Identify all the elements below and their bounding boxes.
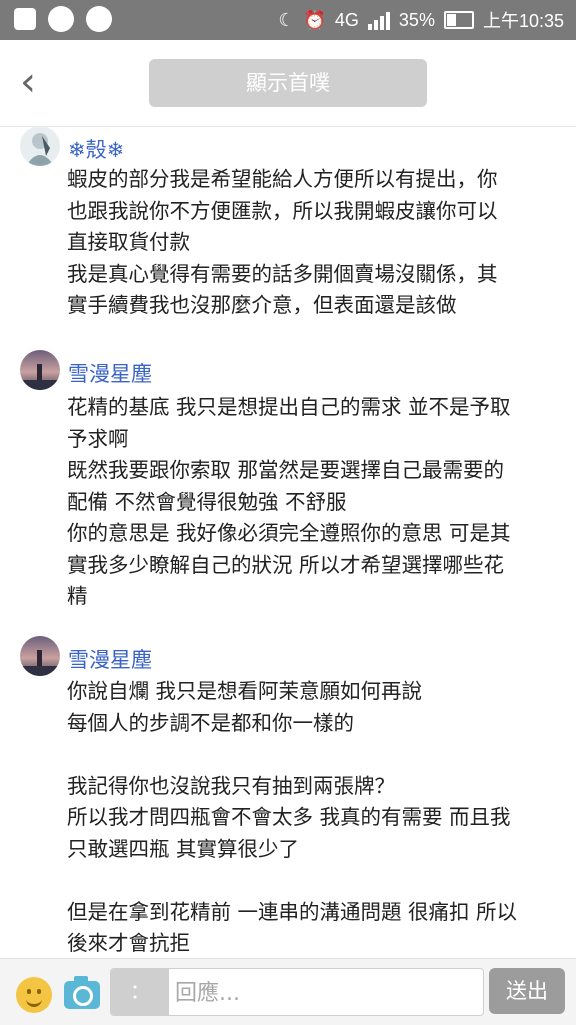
reply-field-wrapper: ： (110, 968, 484, 1016)
moon-icon: ☾ (278, 9, 295, 30)
text-line: 實手續費我也沒那麼介意，但表面還是該做 (67, 293, 457, 317)
notification-icon (48, 6, 74, 32)
alarm-icon: ⏰ (303, 9, 326, 30)
text-line: 我是真心覺得有需要的話多開個賣場沒關係，其 (67, 261, 498, 286)
response-text: 花精的基底 我只是想提出自己的需求 並不是予取 予求啊 既然我要跟你索取 那當然… (67, 392, 557, 613)
text-line: 但是在拿到花精前 一連串的溝通問題 很痛扣 所以 (67, 899, 518, 924)
battery-percent: 35% (398, 9, 435, 30)
text-line: 我記得你也沒說我只有抽到兩張牌？ (67, 773, 395, 798)
battery-icon (443, 11, 474, 29)
show-first-post-button[interactable]: 顯示首噗 (149, 59, 427, 107)
text-line: 你說自爛 我只是想看阿茉意願如何再說 (67, 679, 423, 703)
author-name[interactable]: 雪漫星塵 (68, 358, 152, 388)
clock: 上午10:35 (482, 11, 564, 31)
text-line: 所以我才問四瓶會不會太多 我真的有需要 而且我 (67, 805, 511, 829)
response-text: 你說自爛 我只是想看阿茉意願如何再說 每個人的步調不是都和你一樣的 我記得你也沒… (67, 676, 557, 960)
author-name[interactable]: ❄殼❄ (68, 134, 124, 164)
reply-input[interactable] (173, 969, 477, 1015)
avatar[interactable] (20, 350, 60, 390)
text-line: 予求啊 (67, 426, 129, 451)
text-line: 只敢選四瓶 其實算很少了 (67, 836, 300, 861)
camera-icon[interactable] (64, 976, 100, 1009)
chevron-left-icon[interactable]: ‹ (20, 62, 36, 102)
text-line: 配備 不然會覺得很勉強 不舒服 (67, 489, 347, 514)
text-line: 花精的基底 我只是想提出自己的需求 並不是予取 (67, 395, 511, 419)
avatar[interactable] (20, 636, 60, 676)
avatar[interactable] (20, 126, 60, 166)
text-line: 後來才會抗拒 (67, 931, 190, 955)
signal-icon (367, 10, 390, 30)
text-line: 既然我要跟你索取 那當然是要選擇自己最需要的 (67, 458, 505, 482)
reply-composer: ： 送出 (0, 958, 576, 1025)
response-text: 蝦皮的部分我是希望能給人方便所以有提出，你 也跟我說你不方便匯款，所以我開蝦皮讓… (67, 164, 557, 322)
smiley-icon[interactable] (16, 977, 52, 1013)
text-line: 實我多少瞭解自己的狀況 所以才希望選擇哪些花 (67, 552, 505, 577)
top-bar: ‹ 顯示首噗 (0, 40, 576, 127)
text-line: 也跟我說你不方便匯款，所以我開蝦皮讓你可以 (67, 198, 498, 223)
author-name[interactable]: 雪漫星塵 (68, 644, 152, 674)
text-line: 每個人的步調不是都和你一樣的 (67, 710, 354, 735)
status-bar: ☾ ⏰ 4G 35% 上午10:35 (0, 0, 576, 40)
text-line: 你的意思是 我好像必須完全遵照你的意思 可是其 (67, 521, 511, 545)
text-line: 精 (67, 584, 88, 608)
notification-icon (86, 6, 112, 32)
send-button[interactable]: 送出 (489, 968, 565, 1014)
text-line: 蝦皮的部分我是希望能給人方便所以有提出，你 (67, 167, 498, 191)
network-label: 4G (334, 9, 359, 30)
qualifier-button[interactable]: ： (111, 969, 169, 1015)
text-line: 直接取貨付款 (67, 230, 190, 254)
menu-icon (14, 8, 36, 30)
